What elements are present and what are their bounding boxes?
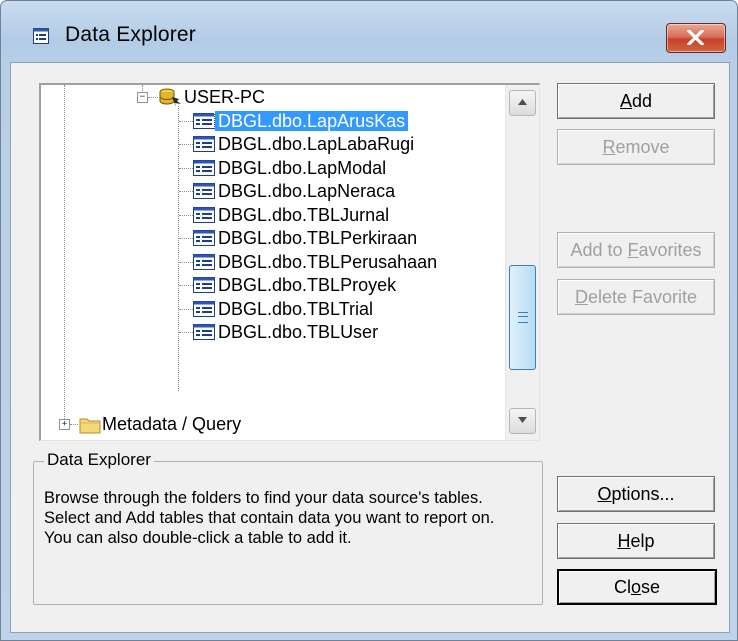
collapse-server-toggle[interactable]: −: [137, 92, 148, 103]
table-icon: [193, 301, 215, 317]
tree-connector: [179, 144, 193, 145]
tree-node-table[interactable]: DBGL.dbo.LapModal: [215, 157, 389, 179]
arrow-down-icon: [518, 417, 527, 423]
grip-icon: [518, 312, 528, 323]
table-icon: [193, 254, 215, 270]
table-label: DBGL.dbo.TBLTrial: [218, 299, 374, 319]
table-label: DBGL.dbo.LapNeraca: [218, 181, 396, 201]
data-explorer-window: Data Explorer − USER-PC DBGL.dbo.LapArus…: [0, 0, 738, 641]
table-label: DBGL.dbo.TBLPerusahaan: [218, 252, 438, 272]
tree-connector: [179, 332, 193, 333]
table-icon: [193, 207, 215, 223]
scroll-down-button[interactable]: [509, 408, 536, 434]
add-to-favorites-button[interactable]: Add to Favorites: [557, 232, 715, 268]
table-label: DBGL.dbo.TBLJurnal: [218, 205, 390, 225]
tree-connector: [179, 309, 193, 310]
groupbox-title: Data Explorer: [44, 450, 154, 470]
table-icon: [193, 136, 215, 152]
database-server-icon: [159, 88, 181, 107]
tree-vertical-scrollbar[interactable]: [505, 85, 539, 440]
arrow-up-icon: [518, 99, 527, 105]
table-icon: [193, 277, 215, 293]
data-explorer-icon: [33, 28, 49, 44]
help-button[interactable]: Help: [557, 523, 715, 559]
tree-node-table[interactable]: DBGL.dbo.TBLTrial: [215, 298, 376, 320]
table-icon: [193, 113, 215, 129]
tree-node-server[interactable]: USER-PC: [181, 86, 268, 108]
folder-icon: [79, 418, 101, 434]
options-button[interactable]: Options...: [557, 476, 715, 512]
folder-label: Metadata / Query: [102, 414, 242, 434]
tree-connector: [179, 262, 193, 263]
tree-node-table[interactable]: DBGL.dbo.LapNeraca: [215, 180, 398, 202]
data-source-tree[interactable]: − USER-PC DBGL.dbo.LapArusKas DBGL.dbo.La…: [39, 83, 540, 441]
table-icon: [193, 324, 215, 340]
add-button[interactable]: Add: [557, 83, 715, 119]
tree-connector: [64, 85, 65, 423]
tree-node-table[interactable]: DBGL.dbo.TBLProyek: [215, 274, 399, 296]
groupbox-description: Browse through the folders to find your …: [44, 489, 495, 547]
close-button[interactable]: Close: [557, 569, 717, 605]
tree-node-table[interactable]: DBGL.dbo.LapArusKas: [213, 110, 410, 132]
close-window-button[interactable]: [666, 23, 726, 53]
close-x-icon: [687, 30, 704, 45]
table-icon: [193, 183, 215, 199]
tree-node-table[interactable]: DBGL.dbo.LapLabaRugi: [215, 133, 417, 155]
tree-connector: [179, 121, 193, 122]
tree-connector: [179, 168, 193, 169]
table-label: DBGL.dbo.TBLProyek: [218, 275, 397, 295]
tree-node-metadata-query[interactable]: Metadata / Query: [99, 413, 244, 435]
info-groupbox: Data Explorer Browse through the folders…: [33, 450, 543, 605]
table-icon: [193, 160, 215, 176]
expand-metadata-toggle[interactable]: +: [59, 419, 70, 430]
scroll-up-button[interactable]: [509, 90, 536, 116]
tree-node-table[interactable]: DBGL.dbo.TBLJurnal: [215, 204, 392, 226]
table-icon: [193, 230, 215, 246]
tree-connector: [179, 191, 193, 192]
table-label: DBGL.dbo.TBLPerkiraan: [218, 228, 418, 248]
tree-connector: [148, 97, 158, 98]
tree-connector: [179, 238, 193, 239]
server-label: USER-PC: [184, 87, 266, 107]
tree-node-table[interactable]: DBGL.dbo.TBLPerusahaan: [215, 251, 440, 273]
remove-button[interactable]: Remove: [557, 129, 715, 165]
table-label: DBGL.dbo.TBLUser: [218, 322, 379, 342]
table-label: DBGL.dbo.LapArusKas: [213, 110, 410, 132]
tree-node-table[interactable]: DBGL.dbo.TBLPerkiraan: [215, 227, 420, 249]
table-label: DBGL.dbo.LapModal: [218, 158, 387, 178]
scroll-thumb[interactable]: [509, 265, 536, 370]
dialog-body: − USER-PC DBGL.dbo.LapArusKas DBGL.dbo.La…: [10, 62, 730, 633]
window-title: Data Explorer: [65, 23, 196, 46]
tree-content: − USER-PC DBGL.dbo.LapArusKas DBGL.dbo.La…: [41, 85, 505, 440]
tree-connector: [178, 106, 179, 391]
table-label: DBGL.dbo.LapLabaRugi: [218, 134, 415, 154]
delete-favorite-button[interactable]: Delete Favorite: [557, 279, 715, 315]
tree-node-table[interactable]: DBGL.dbo.TBLUser: [215, 321, 381, 343]
tree-connector: [70, 424, 78, 425]
tree-connector: [179, 215, 193, 216]
tree-connector: [179, 285, 193, 286]
